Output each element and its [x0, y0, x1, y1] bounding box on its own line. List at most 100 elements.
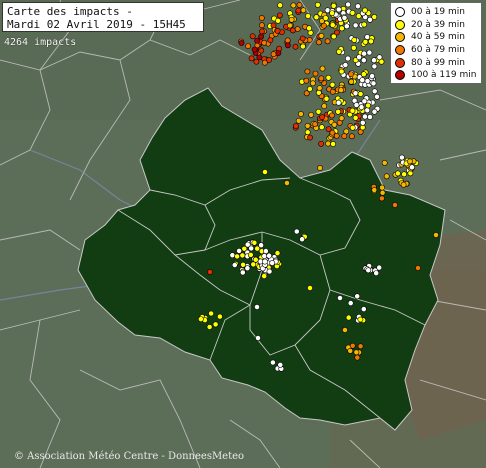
map-title-box: Carte des impacts - Mardi 02 Avril 2019 …: [2, 2, 204, 32]
lightning-strike-marker: [336, 119, 343, 126]
lightning-strike-marker: [315, 108, 322, 115]
lightning-strike-marker: [284, 37, 291, 44]
lightning-strike-marker: [348, 71, 354, 77]
lightning-strike-marker: [316, 85, 323, 91]
legend-item: 20 à 39 min: [395, 19, 477, 32]
legend-item: 40 à 59 min: [395, 31, 477, 44]
lightning-strike-marker: [318, 33, 325, 39]
lightning-strike-marker: [379, 184, 385, 191]
lightning-strike-marker: [316, 39, 322, 46]
lightning-strike-marker: [307, 134, 313, 141]
lightning-strike-marker: [329, 10, 335, 16]
lightning-strike-marker: [323, 95, 330, 102]
lightning-strike-marker: [244, 265, 251, 272]
legend-label: 20 à 39 min: [411, 19, 465, 30]
lightning-strike-marker: [354, 293, 361, 300]
lightning-strike-marker: [348, 78, 355, 85]
lightning-strike-marker: [251, 46, 258, 53]
lightning-strike-marker: [398, 154, 405, 161]
lightning-strike-marker: [400, 181, 407, 188]
lightning-strike-marker: [284, 180, 290, 186]
lightning-strike-marker: [341, 14, 348, 21]
lightning-strike-marker: [356, 54, 362, 60]
lightning-strike-marker: [349, 9, 356, 16]
lightning-strike-marker: [319, 65, 326, 72]
lightning-strike-marker: [238, 40, 245, 46]
lightning-strike-marker: [345, 1, 351, 8]
lightning-strike-marker: [350, 45, 357, 51]
lightning-strike-marker: [409, 164, 415, 171]
lightning-strike-marker: [337, 295, 343, 301]
lightning-strike-marker: [295, 117, 302, 124]
lightning-strike-marker: [329, 88, 336, 95]
lightning-strike-marker: [258, 15, 265, 21]
legend-swatch-icon: [395, 32, 405, 43]
lightning-strike-marker: [274, 250, 281, 256]
lightning-strike-marker: [277, 2, 283, 9]
lightning-strike-marker: [304, 123, 311, 129]
lightning-strike-marker: [254, 304, 260, 310]
lightning-strike-marker: [366, 49, 373, 56]
lightning-strike-marker: [258, 33, 264, 40]
lightning-strike-marker: [303, 90, 310, 97]
lightning-strike-marker: [197, 316, 204, 322]
lightning-strike-marker: [289, 27, 296, 34]
lightning-strike-marker: [324, 38, 331, 45]
lightning-strike-marker: [294, 26, 301, 32]
lightning-strike-marker: [261, 258, 268, 265]
lightning-strike-marker: [262, 248, 269, 254]
lightning-strike-marker: [258, 47, 265, 54]
lightning-strike-marker: [274, 27, 281, 34]
lightning-strike-marker: [371, 108, 378, 115]
lightning-strike-marker: [330, 33, 337, 40]
lightning-strike-marker: [335, 108, 341, 115]
lightning-strike-marker: [261, 39, 268, 46]
lightning-strike-marker: [347, 300, 354, 306]
lightning-strike-marker: [407, 170, 414, 177]
lightning-strike-marker: [319, 114, 325, 120]
lightning-strike-marker: [362, 113, 368, 120]
lightning-strike-marker: [248, 55, 255, 62]
lightning-strike-marker: [318, 124, 325, 131]
lightning-strike-marker: [253, 58, 260, 65]
lightning-strike-marker: [275, 17, 281, 24]
lightning-strike-marker: [360, 71, 367, 78]
lightning-strike-marker: [248, 245, 255, 252]
lightning-strike-marker: [252, 256, 259, 263]
lightning-strike-marker: [374, 93, 380, 100]
lightning-strike-marker: [335, 99, 342, 106]
lightning-strike-marker: [331, 121, 338, 128]
lightning-strike-marker: [212, 321, 219, 328]
credit-text: © Association Météo Centre - DonneesMete…: [14, 451, 245, 462]
lightning-strike-marker: [236, 247, 242, 254]
map-title-line1: Carte des impacts -: [7, 5, 133, 18]
lightning-strike-marker: [251, 239, 258, 246]
lightning-strike-marker: [338, 25, 345, 32]
lightning-strike-marker: [299, 35, 306, 42]
lightning-strike-marker: [354, 354, 361, 361]
lightning-impact-map: Carte des impacts - Mardi 02 Avril 2019 …: [0, 0, 486, 468]
lightning-strike-marker: [258, 242, 264, 249]
legend-swatch-icon: [395, 7, 405, 18]
lightning-strike-marker: [348, 133, 355, 140]
lightning-strike-marker: [322, 15, 329, 21]
legend-item: 80 à 99 min: [395, 56, 477, 69]
lightning-strike-marker: [357, 343, 364, 350]
lightning-strike-marker: [341, 133, 348, 139]
lightning-strike-marker: [249, 33, 256, 40]
lightning-strike-marker: [231, 262, 238, 268]
legend-label: 100 à 119 min: [411, 70, 477, 81]
lightning-strike-marker: [373, 270, 380, 276]
lightning-strike-marker: [317, 165, 323, 171]
lightning-strike-marker: [296, 2, 303, 8]
lightning-strike-marker: [360, 57, 367, 64]
lightning-strike-marker: [361, 21, 368, 28]
lightning-strike-marker: [351, 37, 358, 43]
lightning-strike-marker: [342, 327, 348, 333]
lightning-strike-marker: [266, 252, 272, 259]
lightning-strike-marker: [392, 202, 398, 208]
lightning-strike-marker: [258, 22, 265, 29]
lightning-strike-marker: [349, 124, 356, 131]
legend-item: 00 à 19 min: [395, 6, 477, 19]
lightning-strike-marker: [401, 171, 407, 178]
